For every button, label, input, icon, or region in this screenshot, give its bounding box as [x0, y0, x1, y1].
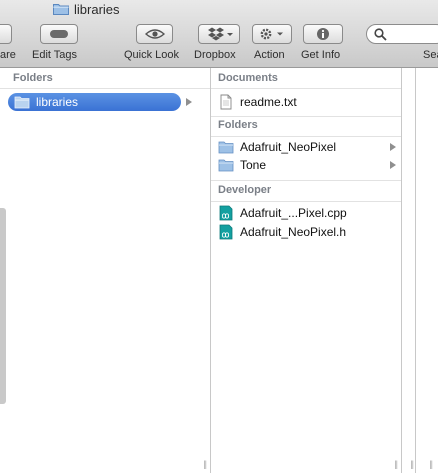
folder-icon	[218, 141, 234, 154]
list-item-readme[interactable]: readme.txt	[211, 93, 401, 111]
edit-tags-label: Edit Tags	[32, 49, 78, 61]
search-field[interactable]	[366, 24, 438, 44]
list-item-label: readme.txt	[240, 95, 297, 109]
list-item-label: Tone	[240, 158, 267, 172]
search-icon	[374, 28, 387, 41]
disclosure-arrow-icon	[390, 143, 396, 151]
action-button[interactable]	[252, 24, 292, 44]
quick-look-label: Quick Look	[124, 49, 180, 61]
window-title-text: libraries	[74, 1, 120, 17]
toolbar: libraries are Edit Tags Quick Look Dropb…	[0, 0, 438, 68]
list-item-libraries[interactable]: libraries	[8, 93, 181, 111]
column-resize-handle[interactable]: ||	[394, 459, 398, 469]
column-resize-handle[interactable]: ||	[429, 459, 433, 469]
list-item-adafruit-neopixel[interactable]: Adafruit_NeoPixel	[211, 138, 401, 156]
search-label: Sea	[423, 49, 438, 61]
arduino-file-icon	[219, 224, 233, 240]
folder-icon	[53, 4, 69, 15]
column-3: ||	[402, 68, 416, 473]
get-info-button[interactable]	[303, 24, 343, 44]
section-header-folders: Folders	[218, 119, 258, 131]
section-divider	[0, 88, 210, 89]
column-2: Documents readme.txt Folders Adafruit_Ne…	[211, 68, 402, 473]
section-header-developer: Developer	[218, 184, 272, 196]
section-divider	[211, 180, 401, 181]
dropbox-icon	[208, 27, 233, 41]
quick-look-button[interactable]	[136, 24, 173, 44]
dropbox-button[interactable]	[198, 24, 240, 44]
tag-icon	[50, 30, 68, 38]
section-divider	[211, 201, 401, 202]
list-item-label: Adafruit_NeoPixel.h	[240, 225, 347, 239]
window-edge	[0, 208, 6, 404]
action-label: Action	[254, 49, 285, 61]
section-header-documents: Documents	[218, 72, 278, 84]
list-item-label: Adafruit_...Pixel.cpp	[240, 206, 347, 220]
list-item-label: libraries	[36, 95, 79, 109]
column-4: ||	[416, 68, 438, 473]
folder-icon	[14, 96, 30, 109]
column-resize-handle[interactable]: ||	[410, 459, 414, 469]
list-item-tone[interactable]: Tone	[211, 156, 401, 174]
arduino-file-icon	[219, 205, 233, 221]
edit-tags-button[interactable]	[40, 24, 78, 44]
list-item-label: Adafruit_NeoPixel	[240, 140, 337, 154]
share-label: are	[0, 49, 16, 61]
dropbox-label: Dropbox	[194, 49, 236, 61]
info-icon	[317, 28, 329, 40]
gear-icon	[260, 28, 283, 40]
section-divider	[211, 136, 401, 137]
disclosure-arrow-icon	[186, 98, 192, 106]
text-file-icon	[220, 94, 232, 110]
column-1: Folders libraries ||	[0, 68, 211, 473]
eye-icon	[144, 29, 165, 39]
list-item-neopixel-cpp[interactable]: Adafruit_...Pixel.cpp	[211, 204, 401, 222]
section-divider	[211, 88, 401, 89]
share-button[interactable]	[0, 24, 12, 44]
window-title: libraries	[53, 1, 120, 17]
list-item-neopixel-h[interactable]: Adafruit_NeoPixel.h	[211, 223, 401, 241]
section-header-folders: Folders	[13, 72, 53, 84]
disclosure-arrow-icon	[390, 161, 396, 169]
column-resize-handle[interactable]: ||	[203, 459, 207, 469]
get-info-label: Get Info	[301, 49, 341, 61]
folder-icon	[218, 159, 234, 172]
section-divider	[211, 116, 401, 117]
